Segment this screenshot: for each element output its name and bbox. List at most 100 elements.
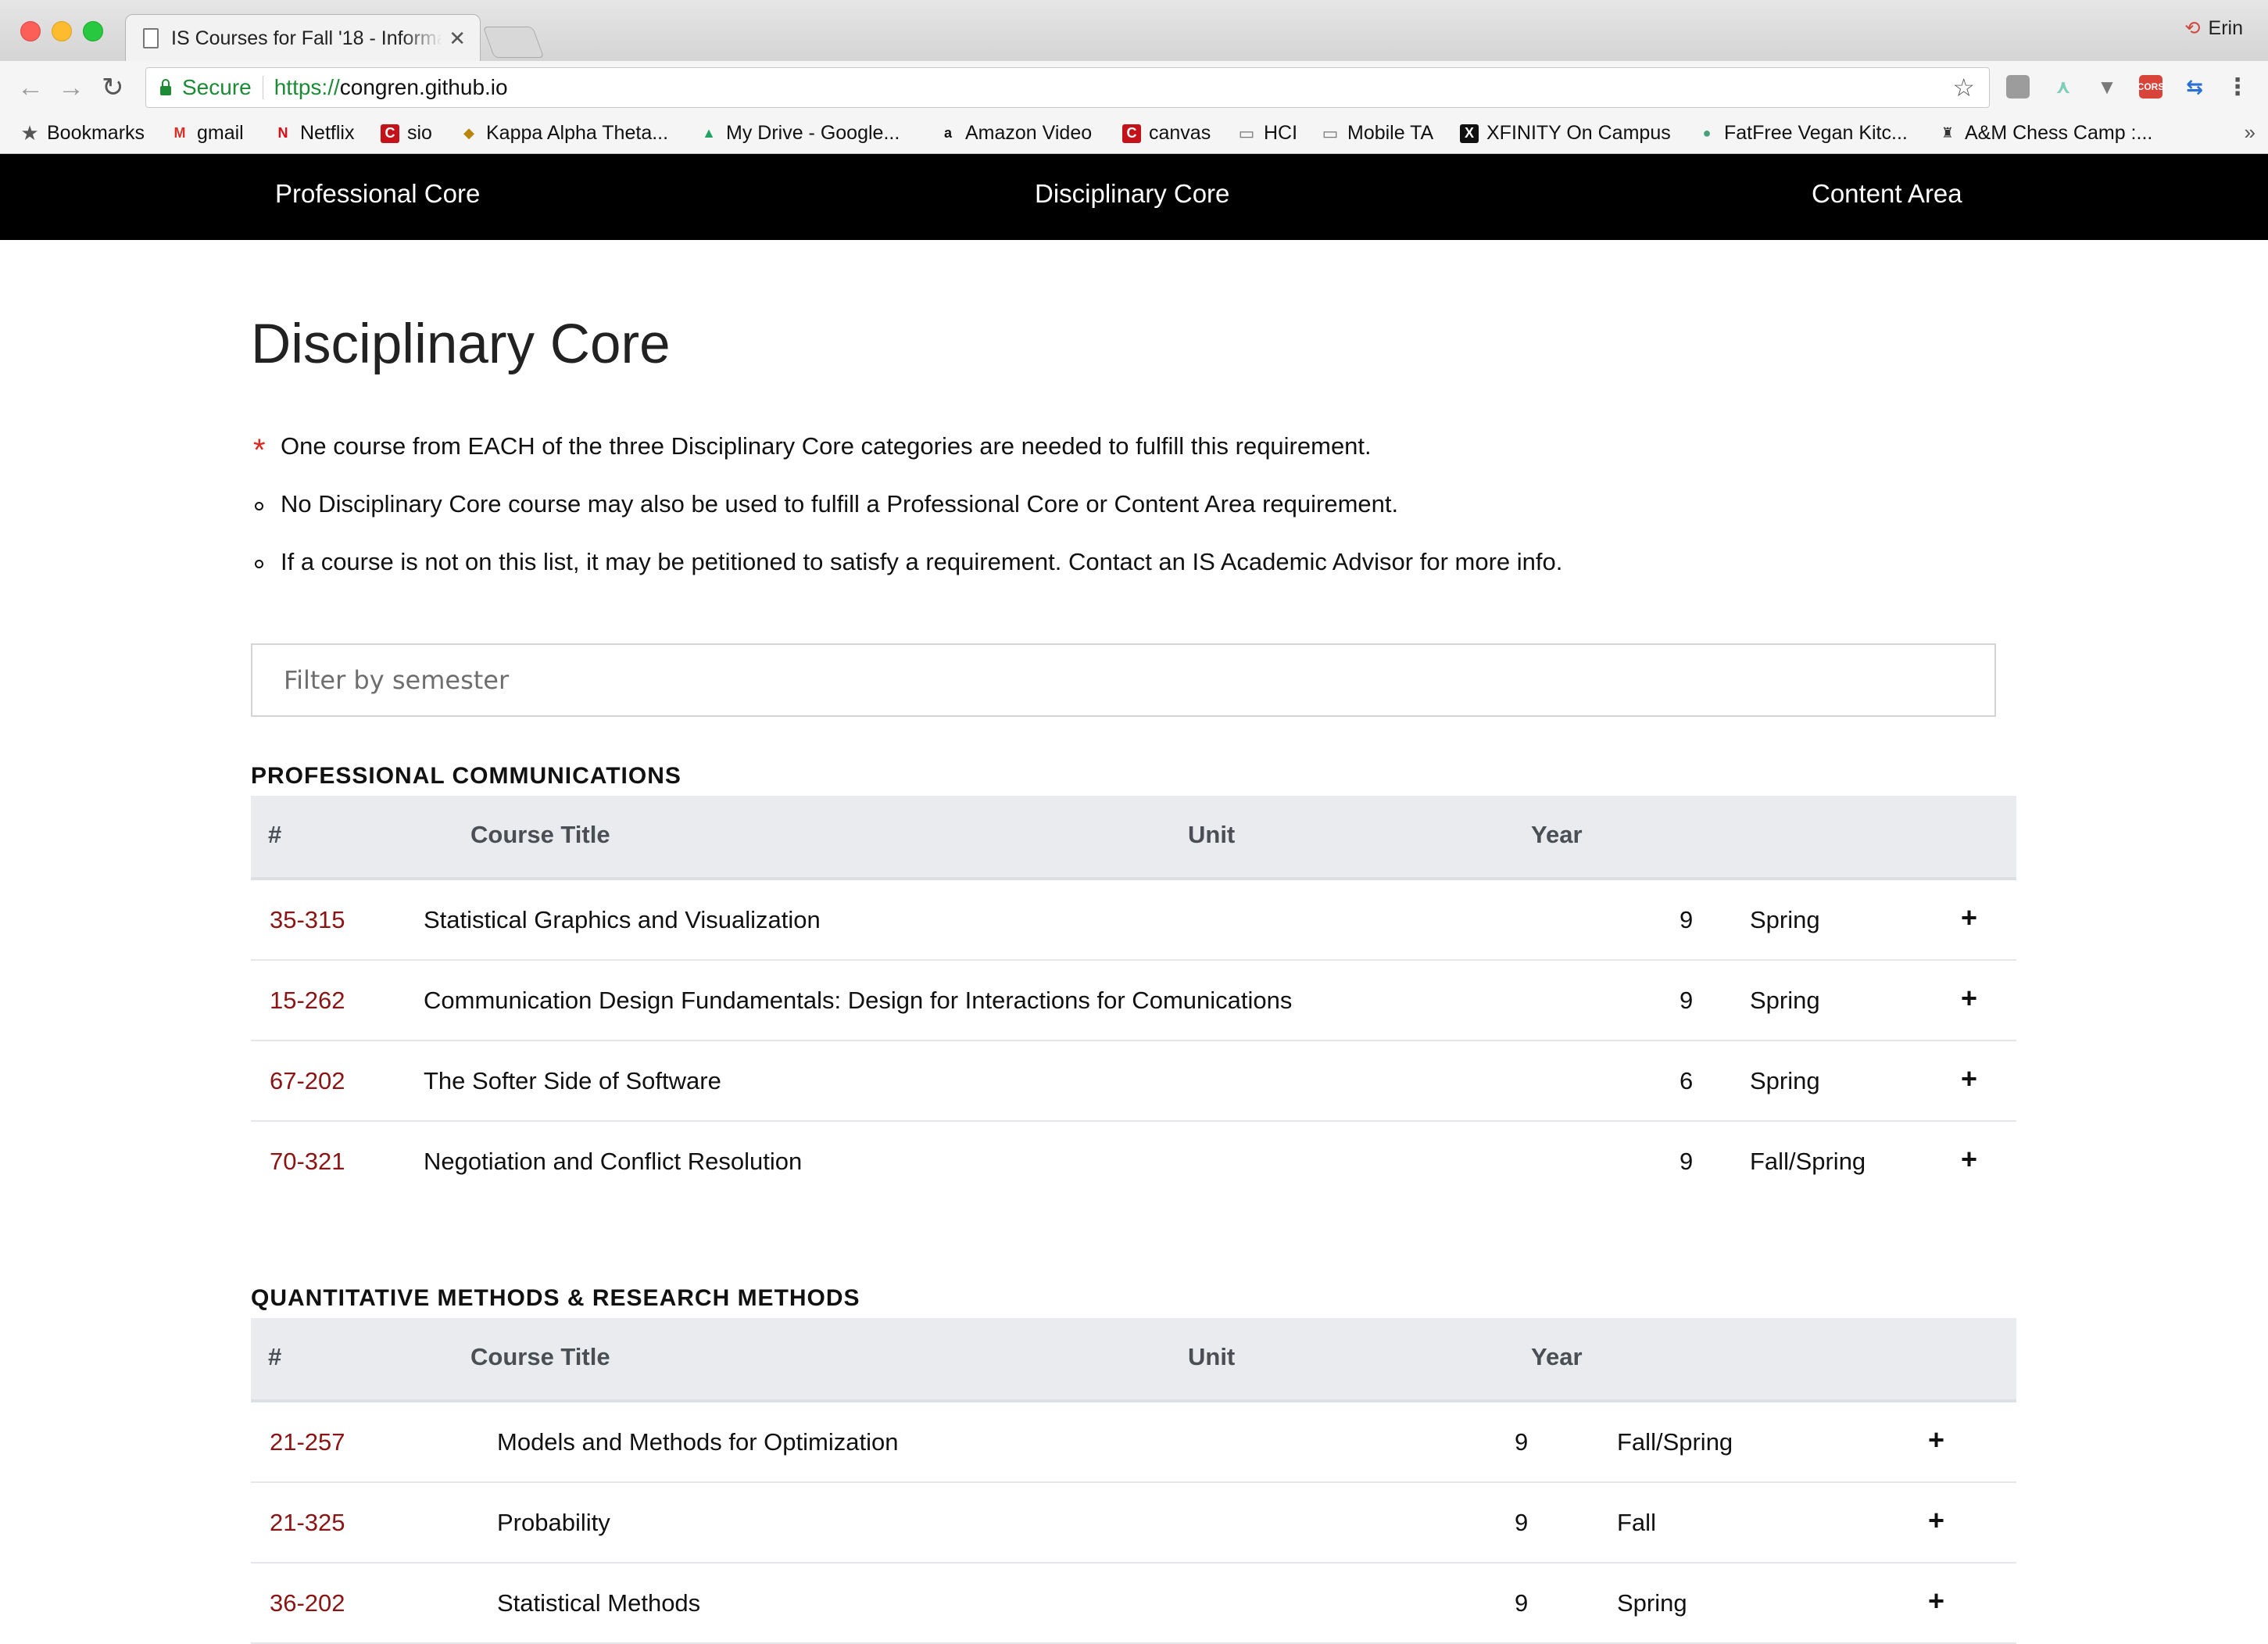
expand-plus-icon[interactable]: + [1961, 1062, 1977, 1095]
column-header-title: Course Title [470, 821, 610, 848]
google-drive-icon: ▲ [702, 125, 716, 141]
table-row: 70-321 Negotiation and Conflict Resoluti… [251, 1122, 2016, 1201]
course-title: Models and Methods for Optimization [497, 1428, 899, 1456]
course-unit: 9 [1515, 1589, 1529, 1617]
cors-extension-icon[interactable]: CORS [2137, 75, 2164, 98]
bookmark-star-icon[interactable]: ☆ [1952, 73, 1975, 102]
vue-extension-icon[interactable]: ▼ [2095, 75, 2119, 98]
column-header-year: Year [1531, 1343, 1583, 1370]
bookmarks-overflow-icon[interactable]: » [2245, 120, 2255, 145]
course-number[interactable]: 21-325 [270, 1509, 345, 1537]
section-title: PROFESSIONAL COMMUNICATIONS [251, 763, 681, 789]
expand-plus-icon[interactable]: + [1961, 901, 1977, 934]
page-title: Disciplinary Core [251, 313, 671, 375]
lock-icon [160, 79, 171, 95]
course-number[interactable]: 70-321 [270, 1148, 345, 1176]
course-unit: 6 [1680, 1067, 1694, 1094]
course-number[interactable]: 21-257 [270, 1428, 345, 1456]
bookmark-item[interactable]: ♜ A&M Chess Camp :... [1938, 122, 2152, 145]
course-unit: 9 [1680, 906, 1694, 933]
kite-icon: ◆ [463, 125, 474, 141]
star-icon: ★ [20, 121, 39, 145]
bookmark-item[interactable]: X XFINITY On Campus [1460, 122, 1671, 145]
bookmark-item[interactable]: ▲ My Drive - Google... [699, 122, 900, 145]
forward-arrow-icon[interactable]: → [58, 73, 84, 102]
swap-extension-icon[interactable]: ⇆ [2183, 75, 2206, 98]
nav-disciplinary-core[interactable]: Disciplinary Core [1035, 179, 1229, 209]
column-header-unit: Unit [1188, 821, 1236, 848]
bookmark-item[interactable]: C sio [381, 122, 432, 145]
address-bar[interactable]: Secure https:// congren.github.io ☆ [145, 67, 1990, 108]
bookmark-label: A&M Chess Camp :... [1965, 122, 2153, 144]
expand-plus-icon[interactable]: + [1928, 1424, 1944, 1456]
site-navbar: Professional Core Disciplinary Core Cont… [0, 154, 2268, 240]
course-year: Spring [1617, 1589, 1687, 1617]
back-arrow-icon[interactable]: ← [17, 73, 44, 102]
course-title: Communication Design Fundamentals: Desig… [424, 987, 1293, 1014]
tab-title: IS Courses for Fall '18 - Information Sy… [171, 27, 443, 49]
reload-icon[interactable]: ↻ [102, 73, 124, 102]
course-unit: 9 [1680, 1148, 1694, 1175]
expand-plus-icon[interactable]: + [1928, 1504, 1944, 1537]
course-year: Fall [1617, 1509, 1656, 1536]
requirement-note: If a course is not on this list, it may … [281, 548, 1563, 575]
course-number[interactable]: 35-315 [270, 906, 345, 934]
bookmark-label: Mobile TA [1347, 122, 1434, 144]
requirement-note: One course from EACH of the three Discip… [281, 432, 1372, 460]
browser-toolbar: ← → ↻ Secure https:// congren.github.io … [0, 61, 2268, 116]
netflix-icon: N [277, 125, 288, 141]
browser-tab[interactable]: IS Courses for Fall '18 - Information Sy… [125, 14, 481, 62]
course-table: # Course Title Unit Year 21-257 Models a… [251, 1318, 2016, 1644]
bookmark-label: FatFree Vegan Kitc... [1724, 122, 1908, 144]
table-row: 21-325 Probability 9 Fall + [251, 1483, 2016, 1563]
browser-tab-bar: IS Courses for Fall '18 - Information Sy… [0, 0, 2268, 62]
expand-plus-icon[interactable]: + [1961, 982, 1977, 1015]
course-year: Fall/Spring [1750, 1148, 1866, 1175]
menu-kebab-icon[interactable]: ⋮ [2226, 74, 2249, 100]
url-host: congren.github.io [339, 75, 508, 99]
nav-content-area[interactable]: Content Area [1812, 179, 1962, 209]
bookmark-item[interactable]: ● FatFree Vegan Kitc... [1697, 122, 1908, 145]
list-bullet-icon [255, 502, 263, 510]
document-icon [143, 28, 159, 48]
course-unit: 9 [1515, 1428, 1529, 1456]
course-unit: 9 [1680, 987, 1694, 1014]
profile-button[interactable]: ⟲ Erin [2184, 17, 2243, 40]
xfinity-icon: X [1460, 124, 1479, 143]
bookmark-item[interactable]: C canvas [1122, 122, 1211, 145]
bookmark-item[interactable]: N Netflix [274, 122, 355, 145]
bookmark-item[interactable]: ▭ Mobile TA [1321, 122, 1434, 145]
column-header-title: Course Title [470, 1343, 610, 1370]
nav-professional-core[interactable]: Professional Core [275, 179, 480, 209]
window-close-button[interactable] [20, 21, 41, 41]
window-minimize-button[interactable] [52, 21, 72, 41]
course-title: Statistical Graphics and Visualization [424, 906, 821, 933]
course-unit: 9 [1515, 1509, 1529, 1536]
bookmark-label: Netflix [300, 122, 355, 144]
course-number[interactable]: 67-202 [270, 1067, 345, 1095]
course-table: # Course Title Unit Year 35-315 Statisti… [251, 796, 2016, 1201]
amazon-icon: a [943, 125, 952, 141]
bookmark-item[interactable]: ★ Bookmarks [20, 121, 145, 145]
bookmark-label: My Drive - Google... [726, 122, 900, 144]
bookmark-item[interactable]: M gmail [170, 122, 244, 145]
table-row: 15-262 Communication Design Fundamentals… [251, 961, 2016, 1041]
sync-icon: ⟲ [2184, 18, 2201, 39]
table-row: 36-202 Statistical Methods 9 Spring + [251, 1563, 2016, 1644]
semester-filter-input[interactable] [251, 643, 1996, 717]
tree-extension-icon[interactable]: ⋏ [2052, 75, 2075, 98]
course-number[interactable]: 15-262 [270, 987, 345, 1015]
new-tab-button[interactable] [482, 27, 545, 58]
course-number[interactable]: 36-202 [270, 1589, 345, 1617]
bookmark-item[interactable]: ◆ Kappa Alpha Theta... [460, 122, 668, 145]
expand-plus-icon[interactable]: + [1961, 1143, 1977, 1176]
window-zoom-button[interactable] [83, 21, 103, 41]
bookmark-item[interactable]: ▭ HCI [1237, 122, 1297, 145]
folder-icon: ▭ [1238, 123, 1255, 143]
tab-close-icon[interactable]: ✕ [449, 27, 466, 51]
expand-plus-icon[interactable]: + [1928, 1585, 1944, 1617]
extension-icon[interactable] [2006, 75, 2030, 98]
bookmark-label: Amazon Video [965, 122, 1093, 144]
bookmark-label: sio [407, 122, 432, 144]
bookmark-item[interactable]: a Amazon Video [939, 122, 1092, 145]
